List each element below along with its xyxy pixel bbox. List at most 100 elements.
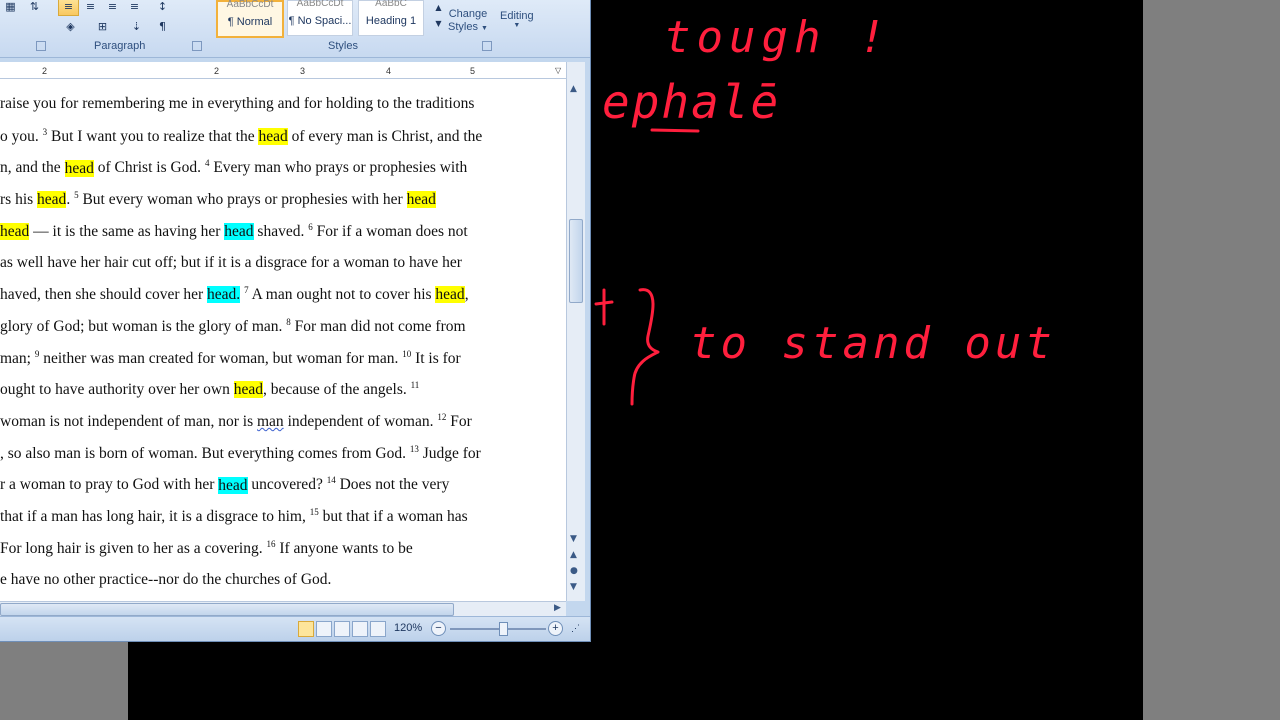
document-line[interactable]: glory of God; but woman is the glory of … [0, 317, 466, 336]
verse-number: 11 [410, 380, 420, 391]
document-page[interactable]: raise you for remembering me in everythi… [0, 79, 566, 601]
desktop-background-right [1143, 0, 1280, 720]
styles-group-label: Styles [328, 40, 358, 52]
print-layout-view-icon[interactable] [298, 621, 314, 637]
styles-more-icon[interactable]: ▼ [428, 14, 449, 33]
ruler-tick: 3 [300, 66, 306, 76]
chevron-down-icon: ▼ [513, 22, 521, 29]
change-styles-button[interactable]: Change Styles ▼ [448, 8, 488, 35]
align-center-icon[interactable]: ≡ [80, 0, 101, 16]
annotation-t-fragment [594, 288, 614, 326]
highlighted-word-yellow: head [37, 191, 67, 209]
style-normal[interactable]: AaBbCcDt ¶ Normal [216, 0, 284, 38]
styles-dialog-launcher-icon[interactable] [482, 41, 492, 51]
outline-view-icon[interactable] [352, 621, 368, 637]
grammar-flagged-word: man [257, 413, 284, 431]
verse-number: 12 [437, 412, 447, 422]
web-layout-view-icon[interactable] [334, 621, 350, 637]
highlighted-word-cyan: head. [207, 286, 241, 304]
zoom-in-icon[interactable]: + [548, 621, 563, 636]
borders-dropdown-icon[interactable]: ⊞ [92, 17, 113, 36]
document-line[interactable]: e have no other practice--nor do the chu… [0, 571, 331, 589]
text-run: but that if a woman has [318, 508, 468, 526]
ribbon: ▦ ⇅ ≡ ≡ ≡ ≡ ↕ ◈ ⊞ ⇣ ¶ Paragraph AaBbCcDt… [0, 0, 590, 58]
zoom-slider-thumb[interactable] [498, 622, 508, 636]
style-no-spacing[interactable]: AaBbCcDt ¶ No Spaci... [287, 0, 353, 36]
document-line[interactable]: For long hair is given to her as a cover… [0, 539, 413, 558]
highlighted-word-yellow: head [233, 381, 263, 399]
annotation-tough: tough ! [664, 12, 891, 63]
text-run: For [446, 413, 472, 431]
document-line[interactable]: haved, then she should cover her head. 7… [0, 285, 469, 304]
text-run: that if a man has long hair, it is a dis… [0, 508, 310, 526]
scroll-up-icon[interactable]: ▲ [570, 84, 577, 94]
align-right-icon[interactable]: ≡ [102, 0, 123, 16]
zoom-out-icon[interactable]: − [431, 621, 446, 636]
document-line[interactable]: rs his head. 5 But every woman who prays… [0, 190, 436, 209]
editing-button[interactable]: Editing ▼ [500, 10, 534, 29]
chevron-down-icon: ▼ [481, 25, 488, 32]
previous-page-icon[interactable]: ▲ [570, 550, 577, 560]
highlighted-word-yellow: head [406, 191, 436, 209]
line-spacing-icon[interactable]: ↕ [152, 0, 173, 16]
justify-icon[interactable]: ≡ [124, 0, 145, 16]
document-line[interactable]: r a woman to pray to God with her head u… [0, 475, 449, 494]
font-dialog-launcher-icon[interactable] [36, 41, 46, 51]
document-line[interactable]: raise you for remembering me in everythi… [0, 95, 474, 113]
text-run: uncovered? [247, 476, 327, 494]
zoom-level[interactable]: 120% [394, 622, 422, 634]
document-line[interactable]: man; 9 neither was man created for woman… [0, 349, 461, 368]
vertical-scrollbar[interactable]: ▲ ▼ ▲ ● ▼ [566, 62, 585, 601]
highlighted-word-yellow: head [0, 222, 30, 240]
shading-icon[interactable]: ◈ [60, 17, 81, 36]
horizontal-scrollbar[interactable]: ▶ [0, 601, 566, 616]
highlighted-word-yellow: head [258, 127, 288, 145]
sort-icon[interactable]: ⇅ [24, 0, 45, 16]
document-line[interactable]: o you. 3 But I want you to realize that … [0, 127, 482, 146]
document-line[interactable]: n, and the head of Christ is God. 4 Ever… [0, 158, 467, 177]
text-run: independent of woman. [283, 413, 438, 431]
ruler-tick: 2 [42, 66, 48, 76]
scroll-right-icon[interactable]: ▶ [554, 602, 561, 613]
highlighted-word-yellow: head [64, 159, 94, 177]
text-run: woman is not independent of man, nor is [0, 413, 257, 431]
sort-ascending-icon[interactable]: ⇣ [126, 17, 147, 36]
draft-view-icon[interactable] [370, 621, 386, 637]
text-run: as well have her hair cut off; but if it… [0, 253, 462, 271]
document-line[interactable]: that if a man has long hair, it is a dis… [0, 507, 468, 526]
text-run: Judge for [418, 444, 481, 462]
ruler-margin-marker-icon[interactable]: ▽ [555, 66, 561, 75]
browse-object-icon[interactable]: ● [570, 566, 578, 576]
document-line[interactable]: ought to have authority over her own hea… [0, 380, 419, 399]
text-run: Every man who prays or prophesies with [209, 159, 468, 177]
align-left-icon[interactable]: ≡ [58, 0, 79, 16]
horizontal-scroll-thumb[interactable] [0, 603, 454, 616]
annotation-ephale: ephalē [602, 75, 780, 129]
document-line[interactable]: woman is not independent of man, nor is … [0, 412, 472, 431]
annotation-canvas: tough ! ephalē to stand out [594, 12, 1056, 406]
annotation-brace [630, 288, 660, 406]
show-formatting-icon[interactable]: ¶ [152, 17, 173, 36]
vertical-scroll-thumb[interactable] [569, 219, 583, 303]
paragraph-dialog-launcher-icon[interactable] [192, 41, 202, 51]
text-run: , [464, 286, 469, 304]
horizontal-ruler[interactable]: 2 2 3 4 5 ▽ [0, 62, 566, 79]
text-run: of Christ is God. [93, 159, 205, 177]
scroll-down-icon[interactable]: ▼ [570, 534, 577, 544]
text-run: rs his [0, 191, 38, 209]
document-line[interactable]: head — it is the same as having her head… [0, 222, 468, 241]
status-bar: 120% − + ⋰ [0, 616, 590, 641]
text-run: — it is the same as having her [29, 222, 225, 240]
annotation-to-stand-out: to stand out [690, 318, 1056, 369]
text-run: For man did not come from [290, 318, 466, 336]
borders-icon[interactable]: ▦ [0, 0, 21, 16]
resize-grip-icon[interactable]: ⋰ [571, 623, 580, 634]
document-line[interactable]: as well have her hair cut off; but if it… [0, 254, 462, 272]
next-page-icon[interactable]: ▼ [570, 582, 577, 592]
document-line[interactable]: , so also man is born of woman. But ever… [0, 444, 481, 463]
style-heading-1[interactable]: AaBbC Heading 1 [358, 0, 424, 36]
text-run: n, and the [0, 159, 65, 177]
full-screen-reading-view-icon[interactable] [316, 621, 332, 637]
text-run: But I want you to realize that the [47, 127, 259, 145]
text-run: , so also man is born of woman. But ever… [0, 444, 410, 462]
